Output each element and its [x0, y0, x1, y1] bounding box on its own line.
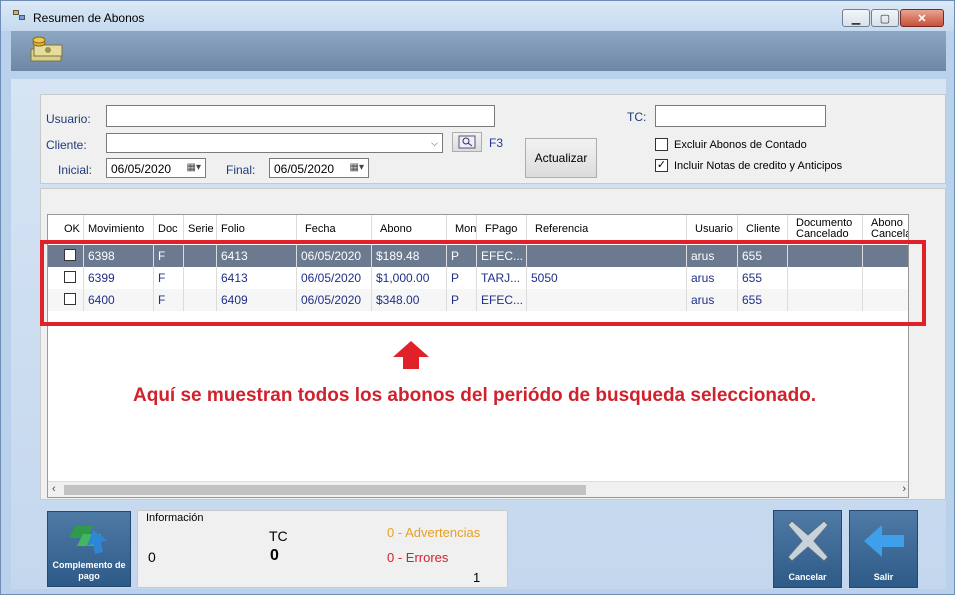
actualizar-button[interactable]: Actualizar	[525, 138, 597, 178]
refresh-docs-icon	[69, 526, 107, 554]
col-serie[interactable]: Serie	[184, 215, 217, 243]
advertencias-count[interactable]: 0 - Advertencias	[387, 525, 480, 540]
inicial-label: Inicial:	[58, 163, 93, 177]
window-title: Resumen de Abonos	[33, 11, 145, 25]
title-bar: Resumen de Abonos ▁ ▢ ✕	[1, 1, 954, 31]
info-title: Información	[146, 512, 204, 524]
checkmark-icon: ✓	[656, 159, 667, 171]
cliente-label: Cliente:	[46, 138, 87, 152]
maximize-icon: ▢	[879, 12, 891, 25]
col-mon[interactable]: Mon	[447, 215, 477, 243]
cancelar-button[interactable]: Cancelar	[773, 510, 842, 588]
col-fecha[interactable]: Fecha	[297, 215, 372, 243]
cancel-x-icon	[786, 520, 829, 562]
inicial-date-picker[interactable]: 06/05/2020 ▦▾	[106, 158, 206, 178]
col-movimiento[interactable]: Movimiento	[84, 215, 154, 243]
salir-label: Salir	[873, 572, 894, 582]
lookup-shortcut: F3	[489, 136, 504, 150]
money-icon	[30, 36, 63, 62]
close-icon: ✕	[917, 12, 927, 25]
grid-header: OK Movimiento Doc Serie Folio Fecha Abon…	[48, 215, 908, 243]
calendar-icon: ▦▾	[349, 162, 364, 173]
app-icon	[13, 10, 27, 22]
info-count: 0	[148, 549, 156, 565]
incluir-label: Incluir Notas de credito y Anticipos	[674, 160, 843, 172]
tc-footer-value: 0	[270, 547, 279, 564]
highlight-rectangle	[40, 240, 926, 326]
up-arrow-icon	[393, 341, 429, 369]
horizontal-scrollbar[interactable]: ‹ ›	[48, 481, 908, 497]
complemento-pago-label: Complemento de pago	[52, 560, 126, 581]
calendar-icon: ▦▾	[186, 162, 201, 173]
col-ok[interactable]: OK	[48, 215, 84, 243]
incluir-checkbox[interactable]: ✓	[655, 159, 668, 172]
annotation-text: Aquí se muestran todos los abonos del pe…	[133, 385, 817, 406]
chevron-down-icon: ⌵	[431, 138, 438, 148]
col-doc[interactable]: Doc	[154, 215, 184, 243]
page-number: 1	[473, 570, 481, 585]
tc-field[interactable]	[655, 105, 826, 127]
excluir-checkbox[interactable]	[655, 138, 668, 151]
search-icon	[458, 135, 476, 149]
scroll-left-icon[interactable]: ‹	[52, 483, 56, 495]
tc-label: TC:	[627, 110, 647, 124]
usuario-field[interactable]	[106, 105, 495, 127]
back-arrow-icon	[863, 525, 904, 557]
cliente-combo[interactable]: ⌵	[106, 133, 443, 153]
complemento-pago-button[interactable]: Complemento de pago	[47, 511, 131, 587]
cancelar-label: Cancelar	[788, 572, 827, 582]
errores-count[interactable]: 0 - Errores	[387, 550, 448, 565]
toolbar-band	[11, 31, 946, 71]
col-fpago[interactable]: FPago	[477, 215, 527, 243]
minimize-button[interactable]: ▁	[842, 9, 870, 27]
minimize-icon: ▁	[851, 12, 861, 25]
salir-button[interactable]: Salir	[849, 510, 918, 588]
usuario-label: Usuario:	[46, 112, 91, 126]
cliente-lookup-button[interactable]	[452, 132, 482, 152]
col-referencia[interactable]: Referencia	[527, 215, 687, 243]
col-folio[interactable]: Folio	[217, 215, 297, 243]
col-documento-cancelado[interactable]: Documento Cancelado	[788, 215, 863, 243]
col-usuario[interactable]: Usuario	[687, 215, 738, 243]
information-panel: Información 0 TC 0 0 - Advertencias 0 - …	[137, 510, 508, 588]
scroll-thumb[interactable]	[64, 485, 586, 495]
tc-footer-label: TC	[269, 528, 288, 544]
inicial-date-value: 06/05/2020	[111, 162, 172, 176]
window-controls: ▁ ▢ ✕	[842, 9, 944, 27]
col-abono[interactable]: Abono	[372, 215, 447, 243]
final-label: Final:	[226, 163, 256, 177]
excluir-label: Excluir Abonos de Contado	[674, 139, 807, 151]
close-button[interactable]: ✕	[900, 9, 944, 27]
col-cliente[interactable]: Cliente	[738, 215, 788, 243]
maximize-button[interactable]: ▢	[871, 9, 899, 27]
scroll-right-icon[interactable]: ›	[902, 483, 906, 495]
col-abono-cancela[interactable]: Abono Cancela	[863, 215, 908, 243]
final-date-value: 06/05/2020	[274, 162, 335, 176]
final-date-picker[interactable]: 06/05/2020 ▦▾	[269, 158, 369, 178]
